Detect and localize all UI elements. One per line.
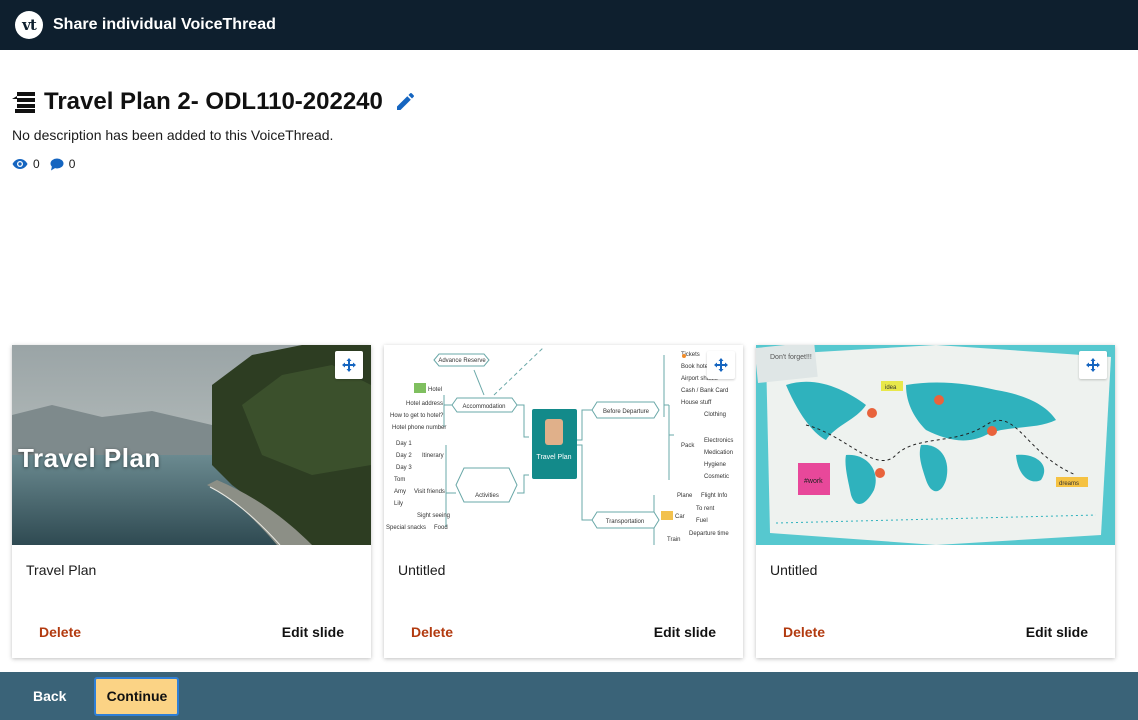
comments-count: 0 (68, 157, 76, 171)
svg-text:Sight seeing: Sight seeing (417, 513, 450, 519)
back-button[interactable]: Back (33, 688, 66, 704)
svg-text:Itinerary: Itinerary (422, 453, 444, 459)
comments-stat: 0 (50, 157, 76, 171)
svg-text:How to get to hotel?: How to get to hotel? (390, 413, 444, 419)
svg-text:Day 2: Day 2 (396, 453, 412, 459)
window-title: Share individual VoiceThread (53, 16, 276, 33)
slide-thumbnail[interactable]: Travel Plan Advance Reserve Accommodatio… (384, 345, 743, 545)
edit-slide-button[interactable]: Edit slide (654, 624, 716, 640)
delete-slide-button[interactable]: Delete (783, 624, 825, 640)
slide-thumbnail[interactable]: Don't forget!!! #work idea dreams (756, 345, 1115, 545)
svg-text:Train: Train (667, 537, 680, 543)
voicethread-title: Travel Plan 2- ODL110-202240 (44, 88, 383, 115)
svg-text:Medication: Medication (704, 450, 733, 456)
svg-text:Departure time: Departure time (689, 531, 729, 537)
slide-thumbnail[interactable]: Travel Plan (12, 345, 371, 545)
voicethread-logo: vt (15, 11, 43, 39)
mindmap-image: Travel Plan Advance Reserve Accommodatio… (384, 345, 743, 545)
move-slide-button[interactable] (1079, 351, 1107, 379)
stats-row: 0 0 (12, 157, 415, 171)
svg-text:Transportation: Transportation (606, 519, 644, 525)
svg-text:Activities: Activities (475, 493, 499, 499)
footer-bar: Back Continue (0, 672, 1138, 720)
svg-text:Fuel: Fuel (696, 518, 708, 524)
move-arrows-icon (1086, 358, 1100, 372)
svg-text:Day 1: Day 1 (396, 441, 412, 447)
delete-slide-button[interactable]: Delete (39, 624, 81, 640)
slide-cards: Travel Plan Travel Plan Delete Edit slid… (12, 345, 1128, 658)
svg-text:Electronics: Electronics (704, 438, 733, 444)
voicethread-description: No description has been added to this Vo… (12, 127, 334, 143)
mindmap-center-label: Travel Plan (536, 454, 571, 461)
eye-icon (12, 159, 28, 169)
svg-text:Before Departure: Before Departure (603, 409, 650, 415)
pencil-icon[interactable] (395, 92, 415, 112)
note-idea: idea (885, 385, 897, 391)
svg-text:Plane: Plane (677, 493, 693, 499)
continue-button[interactable]: Continue (94, 676, 180, 716)
svg-text:Pack: Pack (681, 443, 695, 449)
top-bar: vt Share individual VoiceThread (0, 0, 1138, 50)
svg-text:Book hotel: Book hotel (681, 364, 709, 370)
svg-text:Clothing: Clothing (704, 412, 726, 418)
move-slide-button[interactable] (335, 351, 363, 379)
move-slide-button[interactable] (707, 351, 735, 379)
svg-text:Cash / Bank Card: Cash / Bank Card (681, 388, 728, 394)
delete-slide-button[interactable]: Delete (411, 624, 453, 640)
slide-card: Travel Plan Advance Reserve Accommodatio… (384, 345, 743, 658)
svg-text:Car: Car (675, 514, 685, 520)
svg-text:Amy: Amy (394, 489, 406, 495)
slide-title: Untitled (770, 562, 818, 578)
views-stat: 0 (12, 157, 40, 171)
svg-text:Lily: Lily (394, 501, 403, 507)
svg-text:House stuff: House stuff (681, 400, 712, 406)
svg-text:Food: Food (434, 525, 448, 531)
edit-slide-button[interactable]: Edit slide (282, 624, 344, 640)
svg-text:Day 3: Day 3 (396, 465, 412, 471)
comment-bubble-icon (50, 158, 64, 170)
move-arrows-icon (342, 358, 356, 372)
svg-text:Cosmetic: Cosmetic (704, 474, 729, 480)
svg-text:Hotel address: Hotel address (406, 401, 443, 407)
note-dont-forget: Don't forget!!! (770, 354, 812, 361)
slide-card: Don't forget!!! #work idea dreams Untitl… (756, 345, 1115, 658)
svg-text:To rent: To rent (696, 506, 715, 512)
world-map-image: Don't forget!!! #work idea dreams (756, 345, 1115, 545)
edit-slide-button[interactable]: Edit slide (1026, 624, 1088, 640)
views-count: 0 (33, 157, 40, 171)
svg-text:Hotel phone number: Hotel phone number (392, 425, 446, 431)
svg-text:Hotel: Hotel (428, 387, 442, 393)
svg-text:Tom: Tom (394, 477, 405, 483)
slide-card: Travel Plan Travel Plan Delete Edit slid… (12, 345, 371, 658)
slides-stack-icon (12, 92, 35, 113)
move-arrows-icon (714, 358, 728, 372)
note-dreams: dreams (1059, 481, 1079, 487)
thumbnail-caption: Travel Plan (18, 443, 161, 473)
slide-actions: Delete Edit slide (384, 624, 743, 640)
note-work: #work (804, 478, 823, 485)
slide-title: Untitled (398, 562, 446, 578)
voicethread-header: Travel Plan 2- ODL110-202240 No descript… (12, 88, 415, 171)
svg-text:Flight Info: Flight Info (701, 493, 728, 499)
svg-text:Visit friends: Visit friends (414, 489, 445, 495)
slide-title: Travel Plan (26, 562, 97, 578)
slide-actions: Delete Edit slide (12, 624, 371, 640)
svg-text:Advance Reserve: Advance Reserve (438, 358, 486, 364)
title-row: Travel Plan 2- ODL110-202240 (12, 88, 415, 116)
svg-text:Special snacks: Special snacks (386, 525, 426, 531)
svg-text:Accommodation: Accommodation (462, 404, 505, 410)
svg-text:Hygiene: Hygiene (704, 462, 727, 468)
slide-actions: Delete Edit slide (756, 624, 1115, 640)
